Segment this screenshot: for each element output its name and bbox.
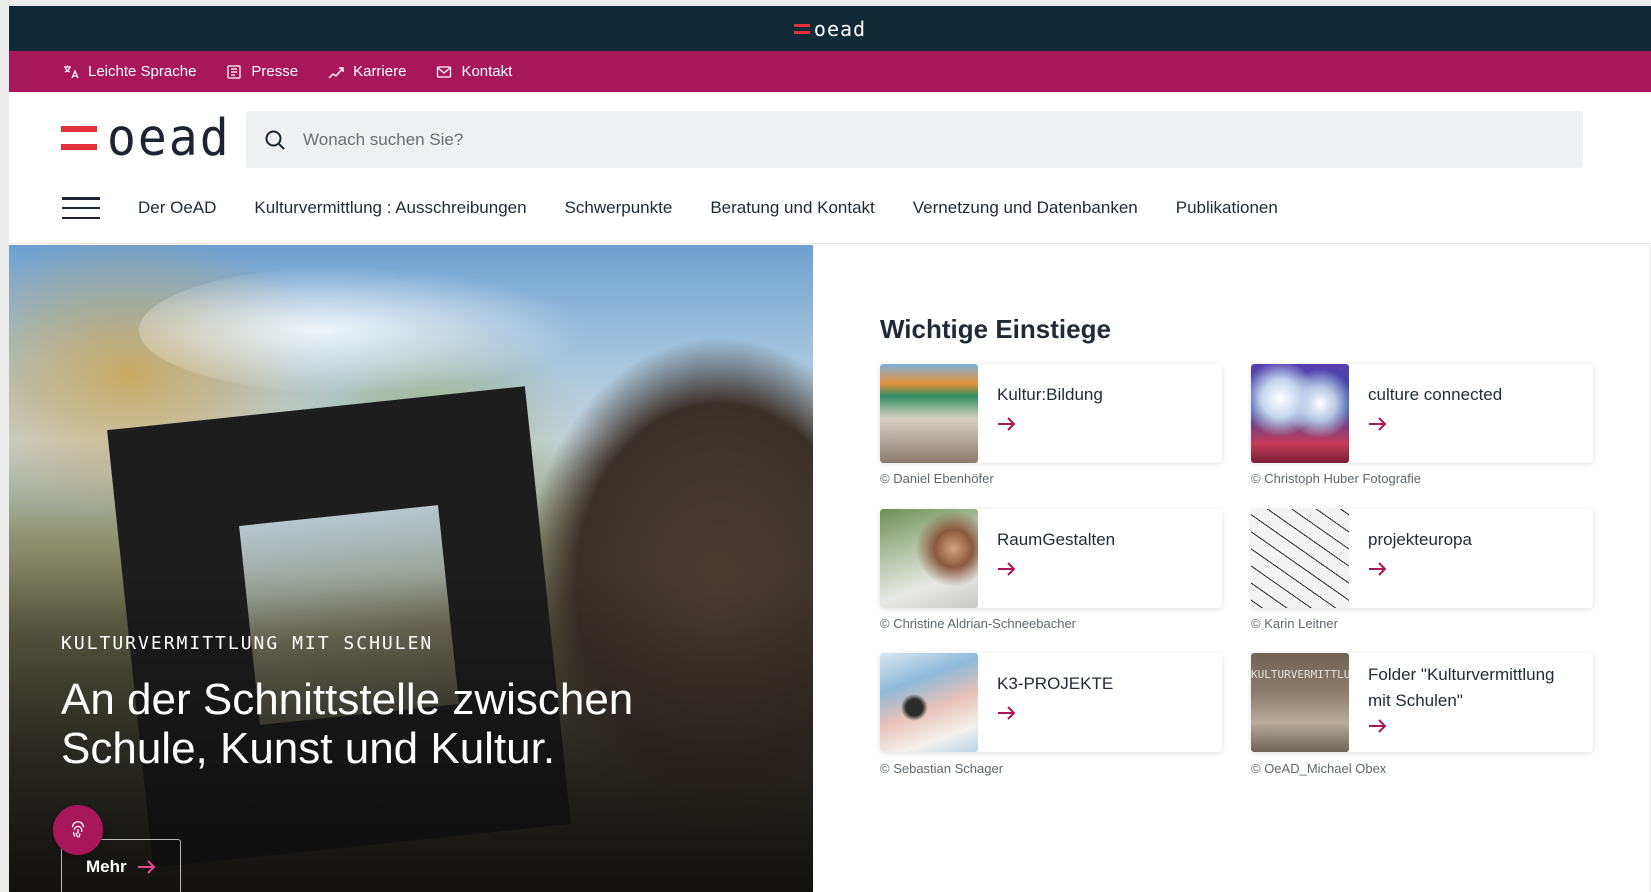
card-label: Kultur:Bildung — [997, 385, 1103, 404]
card-k3-projekte[interactable]: K3-PROJEKTE — [880, 653, 1222, 752]
search-icon — [265, 130, 285, 150]
austria-flag-icon — [61, 126, 97, 150]
site-header: oead Der OeAD Kulturvermittlung : Aussch… — [9, 92, 1651, 244]
arrow-right-icon — [137, 860, 156, 874]
card-folder-kulturvermittlung[interactable]: KULTURVERMITTLU MIT SCHULEN Folder "Kult… — [1251, 653, 1593, 752]
nav-item-beratung[interactable]: Beratung und Kontakt — [710, 198, 874, 218]
nav-item-schwerpunkte[interactable]: Schwerpunkte — [565, 198, 673, 218]
search-bar[interactable] — [246, 111, 1583, 168]
hero-banner: KULTURVERMITTLUNG MIT SCHULEN An der Sch… — [9, 245, 813, 892]
utility-link-leichte-sprache[interactable]: Leichte Sprache — [63, 63, 196, 80]
card-thumbnail — [1251, 509, 1349, 608]
main-nav: Der OeAD Kulturvermittlung : Ausschreibu… — [62, 192, 1316, 224]
utility-label: Kontakt — [461, 63, 513, 80]
arrow-right-icon — [1369, 719, 1387, 733]
utility-bar: Leichte Sprache Presse Karriere Kontakt — [9, 51, 1651, 92]
accessibility-fingerprint-button[interactable] — [53, 805, 103, 855]
career-icon — [328, 66, 344, 78]
card-label: culture connected — [1368, 385, 1503, 404]
logo-text: oead — [107, 108, 231, 168]
menu-icon[interactable] — [62, 197, 100, 219]
utility-link-karriere[interactable]: Karriere — [328, 63, 406, 80]
hero-title: An der Schnittstelle zwischen Schule, Ku… — [61, 675, 634, 773]
nav-item-vernetzung[interactable]: Vernetzung und Datenbanken — [913, 198, 1138, 218]
top-brand-bar: oead — [9, 6, 1651, 51]
search-input[interactable] — [303, 129, 1503, 150]
arrow-right-icon — [998, 562, 1016, 576]
card-thumbnail — [880, 509, 978, 608]
card-label: Folder "Kulturvermittlung mit Schulen" — [1368, 665, 1555, 710]
hero-kicker: KULTURVERMITTLUNG MIT SCHULEN — [61, 633, 434, 654]
arrow-right-icon — [1369, 562, 1387, 576]
card-thumbnail — [880, 653, 978, 752]
card-culture-connected[interactable]: culture connected — [1251, 364, 1593, 463]
card-credit: © OeAD_Michael Obex — [1251, 761, 1387, 776]
nav-item-publikationen[interactable]: Publikationen — [1176, 198, 1278, 218]
arrow-right-icon — [1369, 417, 1387, 431]
card-credit: © Karin Leitner — [1251, 616, 1338, 631]
utility-label: Leichte Sprache — [88, 63, 197, 80]
card-kultur-bildung[interactable]: Kultur:Bildung — [880, 364, 1222, 463]
card-thumbnail — [880, 364, 978, 463]
mail-icon — [437, 65, 452, 78]
card-label: K3-PROJEKTE — [997, 674, 1114, 693]
thumbnail-caption: KULTURVERMITTLU MIT SCHULEN — [1251, 668, 1349, 681]
arrow-right-icon — [998, 706, 1016, 720]
card-thumbnail: KULTURVERMITTLU MIT SCHULEN — [1251, 653, 1349, 752]
card-credit: © Christoph Huber Fotografie — [1251, 471, 1421, 486]
card-label: projekteuropa — [1368, 530, 1472, 549]
austria-flag-icon — [793, 23, 810, 34]
panel-title: Wichtige Einstiege — [880, 314, 1111, 344]
card-projekteuropa[interactable]: projekteuropa — [1251, 509, 1593, 608]
nav-item-der-oead[interactable]: Der OeAD — [138, 198, 216, 218]
utility-label: Karriere — [353, 63, 407, 80]
utility-label: Presse — [251, 63, 299, 80]
card-thumbnail — [1251, 364, 1349, 463]
hero-shade — [9, 245, 813, 892]
browser-page: oead Leichte Sprache Presse Karriere Kon… — [9, 6, 1651, 892]
fingerprint-icon — [71, 821, 85, 838]
site-logo[interactable]: oead — [61, 108, 231, 168]
mini-logo[interactable]: oead — [793, 16, 867, 41]
mini-logo-text: oead — [813, 16, 867, 41]
card-raumgestalten[interactable]: RaumGestalten — [880, 509, 1222, 608]
arrow-right-icon — [998, 417, 1016, 431]
card-credit: © Daniel Ebenhöfer — [880, 471, 994, 486]
mehr-button-label: Mehr — [86, 857, 127, 876]
translate-icon — [64, 65, 79, 78]
card-credit: © Christine Aldrian-Schneebacher — [880, 616, 1077, 631]
utility-link-kontakt[interactable]: Kontakt — [436, 63, 512, 80]
card-credit: © Sebastian Schager — [880, 761, 1004, 776]
nav-item-kulturvermittlung[interactable]: Kulturvermittlung : Ausschreibungen — [254, 198, 526, 218]
utility-link-presse[interactable]: Presse — [226, 63, 298, 80]
card-label: RaumGestalten — [997, 530, 1116, 549]
newspaper-icon — [227, 64, 242, 79]
